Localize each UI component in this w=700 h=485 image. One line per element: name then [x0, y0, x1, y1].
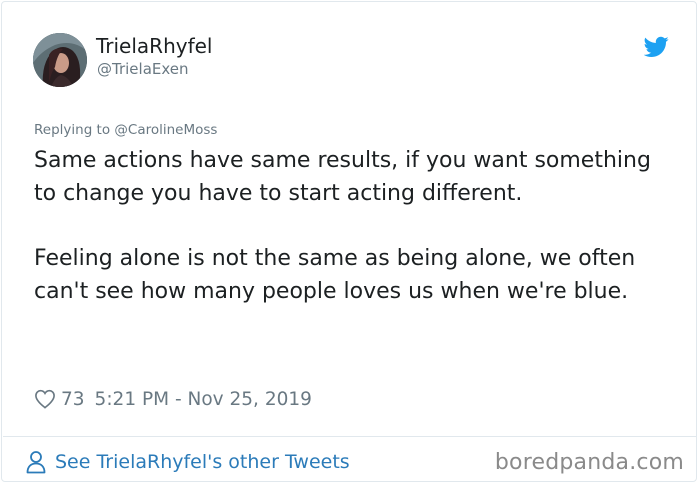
tweet-paragraph-1: Same actions have same results, if you w…: [34, 148, 651, 206]
display-name[interactable]: TrielaRhyfel: [96, 34, 212, 58]
replying-to-line[interactable]: Replying to @CarolineMoss: [34, 122, 217, 138]
like-count[interactable]: 73: [61, 389, 85, 410]
tweet-text: Same actions have same results, if you w…: [34, 145, 664, 309]
user-handle[interactable]: @TrielaExen: [97, 60, 189, 78]
avatar-photo: [33, 33, 87, 87]
tweet-paragraph-2: Feeling alone is not the same as being a…: [34, 246, 636, 305]
twitter-bird-icon[interactable]: [643, 36, 669, 58]
tweet-card: TrielaRhyfel @TrielaExen Replying to @Ca…: [1, 1, 697, 482]
see-other-tweets-link[interactable]: See TrielaRhyfel's other Tweets: [26, 449, 350, 475]
see-other-tweets-label: See TrielaRhyfel's other Tweets: [55, 451, 350, 473]
person-icon: [26, 450, 46, 474]
heart-icon[interactable]: [34, 389, 56, 409]
avatar[interactable]: [33, 33, 87, 87]
tweet-meta: 73 5:21 PM - Nov 25, 2019: [34, 387, 312, 411]
watermark-text: boredpanda.com: [494, 450, 684, 475]
footer-divider: [3, 436, 697, 437]
tweet-timestamp[interactable]: 5:21 PM - Nov 25, 2019: [95, 389, 312, 410]
